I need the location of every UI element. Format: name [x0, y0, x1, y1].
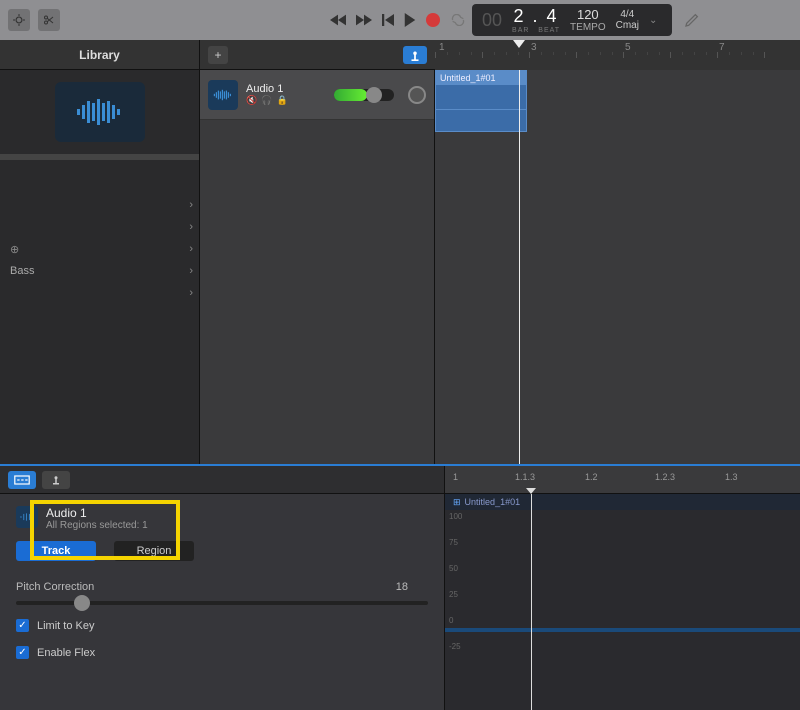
enable-flex-label: Enable Flex — [37, 647, 95, 659]
transport-controls — [330, 13, 466, 27]
enable-flex-checkbox[interactable]: ✓ — [16, 646, 29, 659]
waveform — [445, 628, 800, 632]
arrange-playhead[interactable] — [519, 70, 520, 464]
pan-knob[interactable] — [408, 86, 426, 104]
lcd-display[interactable]: Untitled - Tracks 00 2 . 4 BAR BEAT 120 … — [472, 4, 672, 36]
library-item[interactable]: ⊕› — [0, 238, 199, 260]
flex-icon: ⊞ — [453, 497, 461, 508]
edit-button[interactable] — [684, 12, 700, 28]
editor-ruler[interactable]: 1 1.1.3 1.2 1.2.3 1.3 — [445, 466, 800, 494]
lcd-dim-prefix: 00 — [482, 10, 502, 31]
lcd-tempo: 120 — [577, 7, 599, 22]
library-item-bass[interactable]: Bass› — [0, 260, 199, 282]
regions-selected-label: All Regions selected: 1 — [46, 520, 148, 531]
library-item[interactable]: › — [0, 282, 199, 304]
limit-to-key-checkbox[interactable]: ✓ — [16, 619, 29, 632]
view-settings-button[interactable] — [8, 9, 30, 31]
arrange-area[interactable]: Untitled_1#01 — [435, 70, 800, 464]
segment-track-button[interactable]: Track — [16, 541, 96, 561]
library-panel: Library › › ⊕› Bass› › — [0, 40, 200, 464]
inspector-track-name: Audio 1 — [46, 506, 148, 520]
lcd-sig: 4/4 — [620, 9, 634, 20]
track-row[interactable]: Audio 1 🔇 🎧 🔒 — [200, 70, 434, 120]
play-button[interactable] — [404, 13, 416, 27]
headphones-icon[interactable]: 🎧 — [261, 95, 272, 106]
editor-secondary-button[interactable] — [42, 471, 70, 489]
audio-track-icon — [208, 80, 238, 110]
chevron-right-icon: › — [189, 221, 193, 233]
editor-panel: Audio 1 All Regions selected: 1 Track Re… — [0, 464, 800, 710]
library-patch-icon[interactable] — [55, 82, 145, 142]
volume-slider[interactable] — [334, 89, 394, 101]
library-header: Library — [0, 40, 199, 70]
record-button[interactable] — [426, 13, 440, 27]
scissors-button[interactable] — [38, 9, 60, 31]
playhead-marker-icon[interactable] — [513, 40, 525, 48]
region-name: Untitled_1#01 — [436, 71, 526, 85]
editor-playhead[interactable] — [531, 494, 532, 710]
rewind-button[interactable] — [330, 14, 346, 26]
audio-region[interactable]: Untitled_1#01 — [435, 70, 527, 132]
editor-mode-button[interactable] — [8, 471, 36, 489]
chevron-right-icon: › — [189, 287, 193, 299]
lcd-bar-beat: 2 . 4 — [514, 6, 559, 27]
cycle-button[interactable] — [450, 14, 466, 26]
toolbar-blue-button[interactable] — [403, 46, 427, 64]
audio-editor[interactable]: 1 1.1.3 1.2 1.2.3 1.3 ⊞ Untitled_1#01 10… — [445, 466, 800, 710]
pitch-correction-label: Pitch Correction — [16, 581, 94, 593]
chevron-down-icon[interactable]: ⌄ — [649, 15, 657, 26]
lcd-key: Cmaj — [616, 20, 639, 31]
top-toolbar: Untitled - Tracks 00 2 . 4 BAR BEAT 120 … — [0, 0, 800, 40]
editor-region-header: ⊞ Untitled_1#01 — [445, 494, 800, 510]
forward-button[interactable] — [356, 14, 372, 26]
inspector: Audio 1 All Regions selected: 1 Track Re… — [0, 494, 444, 671]
add-icon: ⊕ — [10, 243, 19, 256]
chevron-right-icon: › — [189, 265, 193, 277]
segment-region-button[interactable]: Region — [114, 541, 194, 561]
track-name: Audio 1 — [246, 83, 288, 95]
pitch-correction-value: 18 — [396, 581, 408, 593]
add-track-button[interactable]: + — [208, 46, 228, 64]
mute-icon[interactable]: 🔇 — [246, 95, 257, 106]
audio-track-icon — [16, 506, 38, 528]
library-item[interactable]: › — [0, 216, 199, 238]
library-item[interactable]: › — [0, 194, 199, 216]
lock-icon[interactable]: 🔒 — [276, 95, 287, 106]
tracks-area: + 1 3 5 7 — [200, 40, 800, 464]
window-title: Untitled - Tracks — [539, 0, 604, 2]
timeline-ruler[interactable]: 1 3 5 7 — [435, 40, 800, 70]
limit-to-key-label: Limit to Key — [37, 620, 94, 632]
go-to-start-button[interactable] — [382, 14, 394, 26]
chevron-right-icon: › — [189, 199, 193, 211]
chevron-right-icon: › — [189, 243, 193, 255]
pitch-correction-slider[interactable] — [16, 601, 428, 605]
